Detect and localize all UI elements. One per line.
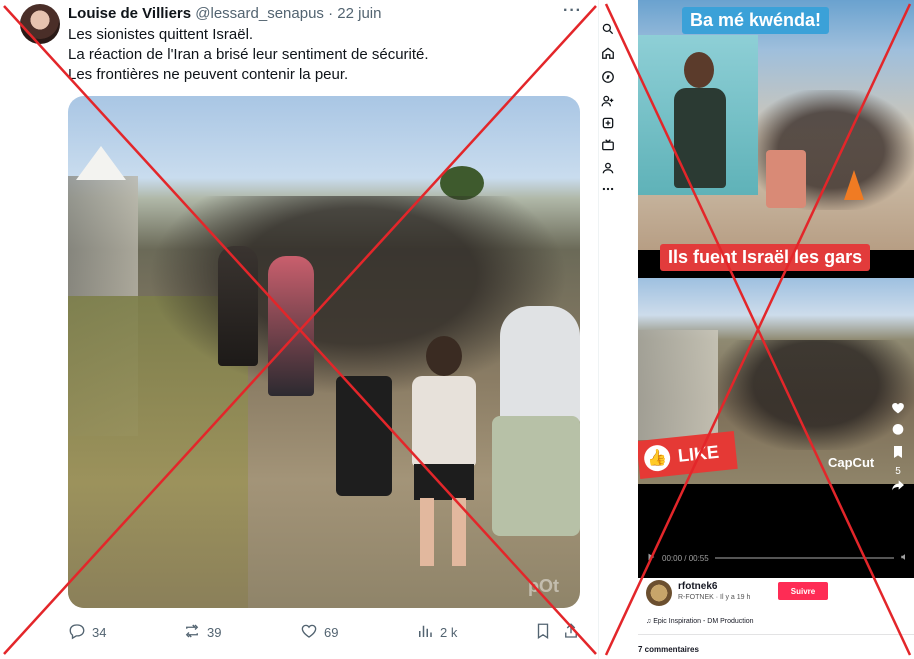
nav-search-icon[interactable] bbox=[601, 22, 617, 38]
nav-more-icon[interactable] bbox=[601, 182, 617, 198]
nav-home-icon[interactable] bbox=[601, 46, 617, 62]
walking-person bbox=[268, 256, 314, 396]
tweet-line: Les sionistes quittent Israël. bbox=[68, 26, 254, 43]
video-watermark: pOt bbox=[528, 576, 559, 596]
repost-icon bbox=[183, 622, 201, 643]
bag bbox=[492, 416, 580, 536]
repost-button[interactable]: 39 bbox=[183, 622, 221, 642]
author-handle[interactable]: @lessard_senapus bbox=[195, 5, 324, 22]
video-progress[interactable]: 00:00 / 00:55 bbox=[646, 548, 910, 568]
tweet-card: Louise de Villiers @lessard_senapus · 22… bbox=[0, 0, 598, 659]
tiktok-username[interactable]: rfotnek6 bbox=[678, 581, 717, 592]
tweet-text: Les sionistes quittent Israël. La réacti… bbox=[68, 25, 429, 85]
progress-bar[interactable] bbox=[714, 557, 894, 559]
header-separator: · bbox=[328, 5, 334, 22]
video-side-actions: 5 bbox=[888, 400, 908, 499]
side-nav bbox=[599, 0, 619, 659]
tiktok-user-meta: R-FOTNEK · Il y a 19 h bbox=[678, 594, 751, 601]
heart-icon bbox=[300, 622, 318, 643]
play-icon[interactable] bbox=[646, 552, 656, 564]
more-options-button[interactable]: ··· bbox=[563, 2, 582, 20]
fence bbox=[638, 330, 718, 440]
like-count: 69 bbox=[324, 624, 339, 640]
nav-upload-icon[interactable] bbox=[601, 116, 617, 132]
nav-live-icon[interactable] bbox=[601, 138, 617, 154]
comments-count: 7 commentaires bbox=[638, 645, 699, 654]
thumbs-up-icon: 👍 bbox=[642, 443, 672, 473]
comments-divider bbox=[638, 634, 914, 635]
bookmark-icon[interactable] bbox=[890, 444, 906, 460]
nav-follow-icon[interactable] bbox=[601, 94, 617, 110]
crowd bbox=[718, 340, 914, 450]
share-button[interactable] bbox=[562, 622, 580, 642]
tweet-actions: 34 39 69 2 k bbox=[68, 622, 588, 642]
comment-icon[interactable] bbox=[890, 422, 906, 438]
video-caption-middle: Ils fuent Israël les gars bbox=[660, 244, 871, 271]
bookmark-icon bbox=[534, 622, 552, 643]
tiktok-author-avatar[interactable] bbox=[646, 580, 672, 606]
like-sticker-label: LIKE bbox=[676, 441, 720, 466]
views-button[interactable]: 2 k bbox=[416, 622, 457, 642]
reply-icon bbox=[68, 622, 86, 643]
tree bbox=[440, 166, 484, 200]
tweet-line: Les frontières ne peuvent contenir la pe… bbox=[68, 66, 349, 83]
views-count: 2 k bbox=[440, 624, 458, 640]
suitcase bbox=[766, 150, 806, 208]
share-count: 5 bbox=[895, 466, 901, 477]
tweet-video[interactable]: pOt bbox=[68, 96, 580, 608]
bookmark-button[interactable] bbox=[534, 622, 552, 642]
share-arrow-icon[interactable] bbox=[890, 477, 906, 493]
reply-button[interactable]: 34 bbox=[68, 622, 106, 642]
capcut-watermark: CapCut bbox=[828, 455, 875, 470]
nav-explore-icon[interactable] bbox=[601, 70, 617, 86]
heart-icon[interactable] bbox=[890, 400, 906, 416]
like-button[interactable]: 69 bbox=[300, 622, 338, 642]
repost-count: 39 bbox=[207, 624, 222, 640]
nav-profile-icon[interactable] bbox=[601, 161, 617, 177]
tweet-line: La réaction de l'Iran a brisé leur senti… bbox=[68, 46, 429, 63]
video-caption-top: Ba mé kwénda! bbox=[682, 7, 830, 34]
music-credit[interactable]: ♫ Epic Inspiration - DM Production bbox=[646, 618, 754, 625]
tent bbox=[76, 146, 126, 180]
walking-person bbox=[218, 246, 258, 366]
video-time: 00:00 / 00:55 bbox=[662, 553, 709, 563]
share-icon bbox=[562, 622, 580, 643]
tweet-header: Louise de Villiers @lessard_senapus · 22… bbox=[68, 5, 381, 22]
follow-button[interactable]: Suivre bbox=[778, 582, 828, 600]
screenshot-root: Louise de Villiers @lessard_senapus · 22… bbox=[0, 0, 914, 659]
creator-head bbox=[684, 52, 714, 88]
author-name[interactable]: Louise de Villiers bbox=[68, 5, 191, 22]
reply-count: 34 bbox=[92, 624, 107, 640]
woman-in-foreground bbox=[398, 336, 488, 566]
tiktok-author-row: rfotnek6 R-FOTNEK · Il y a 19 h Suivre bbox=[646, 578, 914, 618]
suitcase bbox=[336, 376, 392, 496]
creator-body bbox=[674, 88, 726, 188]
views-icon bbox=[416, 622, 434, 643]
tweet-date[interactable]: 22 juin bbox=[337, 5, 381, 22]
tiktok-post: Ba mé kwénda! Ils fuent Israël les gars … bbox=[638, 0, 914, 659]
tiktok-video[interactable]: Ba mé kwénda! Ils fuent Israël les gars … bbox=[638, 0, 914, 578]
volume-icon[interactable] bbox=[900, 552, 910, 564]
author-avatar[interactable] bbox=[20, 4, 60, 44]
bag bbox=[500, 306, 580, 426]
